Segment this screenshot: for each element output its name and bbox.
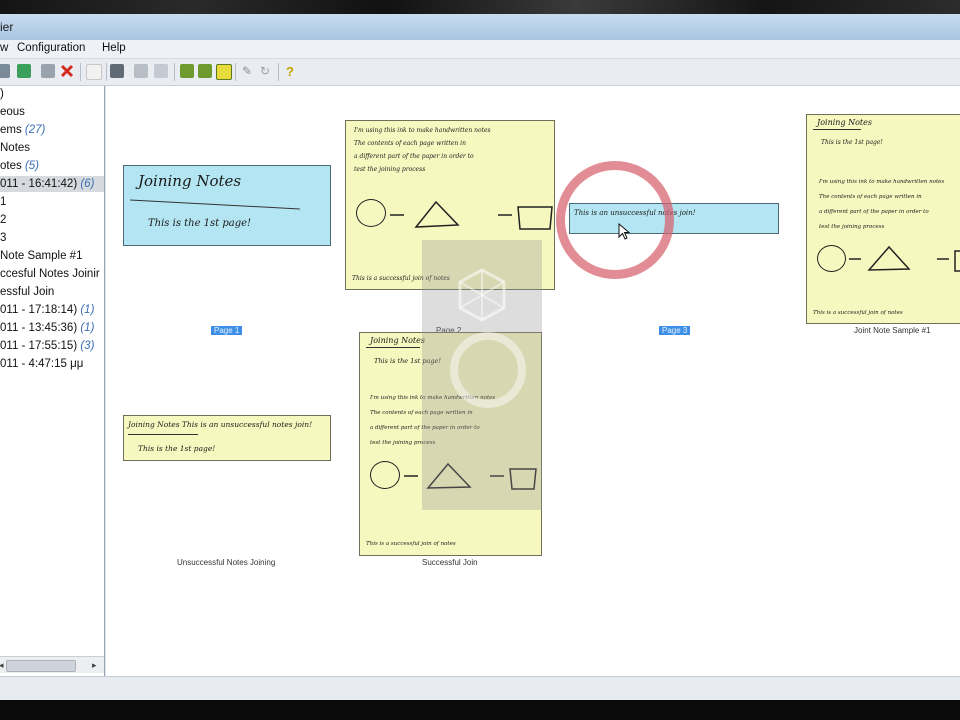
tree-item[interactable]: Notes (0, 140, 30, 156)
caption-joint-sample[interactable]: Joint Note Sample #1 (854, 326, 931, 335)
tree-item[interactable]: essful Join (0, 284, 54, 300)
pen-icon[interactable]: ✎ (242, 64, 256, 78)
scrollbar-thumb[interactable] (6, 660, 76, 672)
status-bar (0, 676, 960, 700)
tree-item[interactable]: 011 - 4:47:15 μμ (0, 356, 83, 372)
help-icon[interactable]: ? (286, 64, 300, 79)
note-line: This is the 1st page! (138, 444, 216, 453)
refresh-icon[interactable]: ↻ (260, 64, 274, 78)
tree-item[interactable]: 2 (0, 212, 6, 228)
note-line: a different part of the paper in order t… (819, 209, 929, 215)
page-copy-icon[interactable] (154, 64, 168, 78)
note-footer: This is a successful join of notes (813, 310, 903, 316)
circle-drawing (370, 461, 400, 489)
caption-page-1[interactable]: Page 1 (211, 326, 243, 335)
menu-bar: w Configuration Help (0, 40, 960, 59)
tree-item[interactable]: 011 - 17:18:14) (1) (0, 302, 94, 318)
tree-item[interactable]: eous (0, 104, 25, 120)
circle-drawing (356, 199, 386, 227)
toolbar: ✎ ↻ ? (0, 59, 960, 86)
tree-item[interactable]: 011 - 17:55:15) (3) (0, 338, 94, 354)
new-icon[interactable] (86, 64, 102, 80)
note-joint-sample[interactable]: Joining Notes This is the 1st page! I'm … (806, 114, 960, 324)
scroll-right-icon[interactable]: ▸ (92, 660, 97, 671)
window-title: ier (0, 20, 14, 34)
desktop-background (0, 0, 960, 14)
mouse-cursor-icon (618, 223, 631, 240)
sidebar-horizontal-scrollbar[interactable]: ◂ ▸ (0, 656, 104, 673)
caption-successful[interactable]: Successful Join (422, 558, 478, 567)
tree-item-selected[interactable]: 011 - 16:41:42) (6) (0, 176, 104, 192)
note-line: I'm using this ink to make handwritten n… (819, 179, 945, 185)
note-line: a different part of the paper in order t… (354, 153, 474, 160)
copy-icon[interactable] (17, 64, 31, 78)
caption-unsuccessful[interactable]: Unsuccessful Notes Joining (177, 558, 275, 567)
note-line: The contents of each page written in (354, 140, 466, 147)
title-bar: ier (0, 14, 960, 40)
note-unsuccessful-join[interactable]: Joining Notes This is an unsuccessful no… (123, 415, 331, 461)
notes-canvas[interactable]: Joining Notes This is the 1st page! Page… (106, 86, 960, 676)
desktop-bottom (0, 700, 960, 720)
tree-item[interactable]: ccesful Notes Joinir (0, 266, 100, 282)
layout-tiles-icon[interactable] (198, 64, 212, 78)
menu-configuration[interactable]: Configuration (17, 42, 85, 54)
click-highlight-ring (556, 161, 674, 279)
menu-view[interactable]: w (0, 42, 8, 54)
tree-item[interactable]: 3 (0, 230, 6, 246)
note-line: test the joining process (819, 224, 885, 230)
note-footer: This is a successful join of notes (366, 541, 456, 547)
note-title: Joining Notes (817, 118, 872, 127)
caption-page-3[interactable]: Page 3 (659, 326, 691, 335)
note-line: This is the 1st page! (148, 218, 252, 229)
note-page-1[interactable]: Joining Notes This is the 1st page! (123, 165, 331, 246)
layout-single-icon[interactable] (216, 64, 232, 80)
page-icon[interactable] (134, 64, 148, 78)
delete-icon[interactable] (60, 64, 74, 78)
scroll-left-icon[interactable]: ◂ (0, 660, 4, 671)
tree-item[interactable]: ) (0, 86, 4, 102)
menu-help[interactable]: Help (102, 42, 126, 54)
print-icon[interactable] (110, 64, 124, 78)
shape-drawing (390, 200, 553, 230)
tree-item[interactable]: 1 (0, 194, 6, 210)
cut-icon[interactable] (0, 64, 10, 78)
note-line: I'm using this ink to make handwritten n… (354, 127, 491, 134)
tree-item[interactable]: 011 - 13:45:36) (1) (0, 320, 94, 336)
shape-drawing (849, 245, 960, 272)
note-line: This is the 1st page! (821, 139, 883, 146)
app-window: ier w Configuration Help ✎ ↻ ? ) eous em… (0, 14, 960, 700)
note-line: Joining Notes This is an unsuccessful no… (128, 420, 313, 429)
tree-item[interactable]: Note Sample #1 (0, 248, 82, 264)
tree-item[interactable]: ems (27) (0, 122, 45, 138)
tree-item[interactable]: otes (5) (0, 158, 39, 174)
tree-sidebar[interactable]: ) eous ems (27) Notes otes (5) 011 - 16:… (0, 86, 105, 676)
note-line: test the joining process (354, 166, 426, 173)
layout-grid-icon[interactable] (180, 64, 194, 78)
note-title: Joining Notes (138, 172, 242, 190)
watermark-overlay (422, 240, 542, 510)
circle-drawing (817, 245, 846, 272)
paste-icon[interactable] (41, 64, 55, 78)
note-title: Joining Notes (370, 336, 425, 345)
watermark-logo-icon (450, 268, 526, 408)
note-line: The contents of each page written in (819, 194, 922, 200)
